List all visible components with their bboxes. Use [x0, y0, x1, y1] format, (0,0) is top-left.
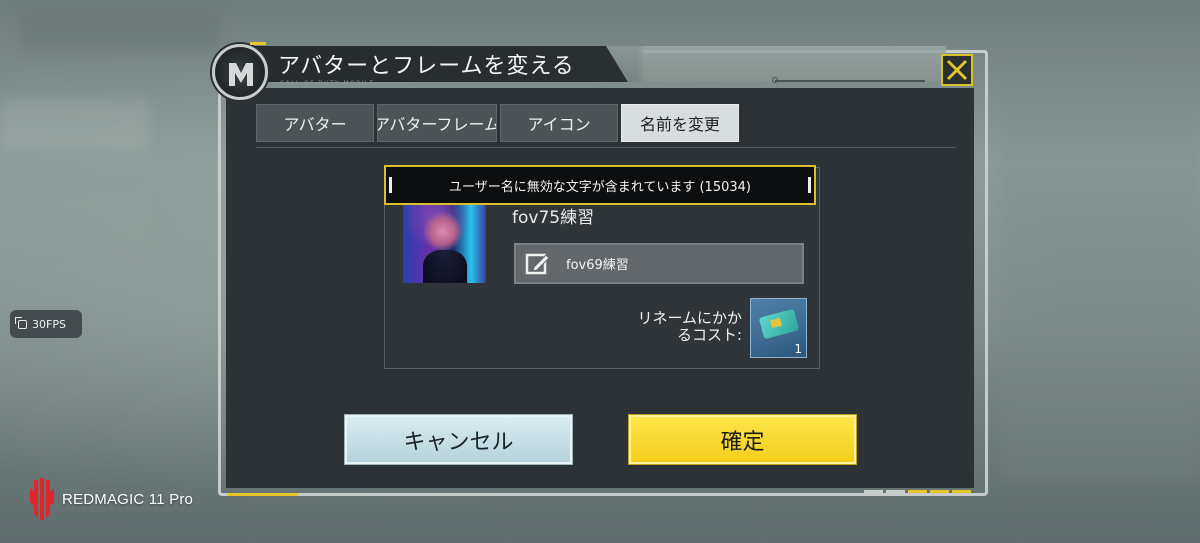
name-input-value: fov69練習 [566, 258, 629, 273]
cancel-button[interactable]: キャンセル [344, 414, 573, 465]
page-tick [908, 490, 927, 493]
tab-bar: アバター アバターフレーム アイコン 名前を変更 [256, 104, 739, 142]
fps-label: 30FPS [32, 317, 66, 331]
tab-avatar-frame[interactable]: アバターフレーム [377, 104, 497, 142]
dialog-title: アバターとフレームを変える [278, 54, 575, 79]
tab-avatar[interactable]: アバター [256, 104, 374, 142]
edit-icon [525, 253, 550, 274]
brand-caption: CALL OF DUTY MOBILE [280, 80, 375, 87]
redmagic-logo-icon [30, 478, 54, 520]
error-toast: ユーザー名に無効な文字が含まれています (15034) [384, 165, 816, 205]
close-icon [946, 59, 968, 81]
fps-icon [15, 316, 27, 329]
rename-card-item: 1 [750, 298, 807, 358]
page-tick [952, 490, 971, 493]
watermark-text: REDMAGIC 11 Pro [62, 490, 194, 508]
tab-divider [256, 147, 956, 148]
current-name: fov75練習 [512, 208, 595, 228]
fps-badge: 30FPS [10, 310, 82, 338]
cost-count: 1 [794, 342, 802, 356]
rename-cost-label: リネームにかかるコスト: [637, 309, 742, 344]
header-dot [772, 77, 778, 83]
tab-rename[interactable]: 名前を変更 [621, 104, 739, 142]
confirm-button[interactable]: 確定 [628, 414, 857, 465]
game-logo-badge [212, 44, 268, 100]
player-avatar [403, 200, 486, 283]
page-tick [886, 490, 905, 493]
device-watermark: REDMAGIC 11 Pro [28, 478, 193, 520]
name-input[interactable]: fov69練習 [514, 243, 804, 284]
page-tick [930, 490, 949, 493]
close-button[interactable] [941, 54, 973, 86]
bottom-accent [228, 493, 298, 496]
header-divider [775, 80, 925, 82]
game-logo-icon [229, 63, 253, 86]
page-tick [864, 490, 883, 493]
background-blur [0, 190, 150, 250]
page-indicator [864, 490, 971, 493]
tab-icon[interactable]: アイコン [500, 104, 618, 142]
background-blur [20, 10, 220, 50]
header-accent [250, 42, 266, 45]
background-blur [0, 100, 150, 150]
background-blur [1000, 60, 1200, 480]
